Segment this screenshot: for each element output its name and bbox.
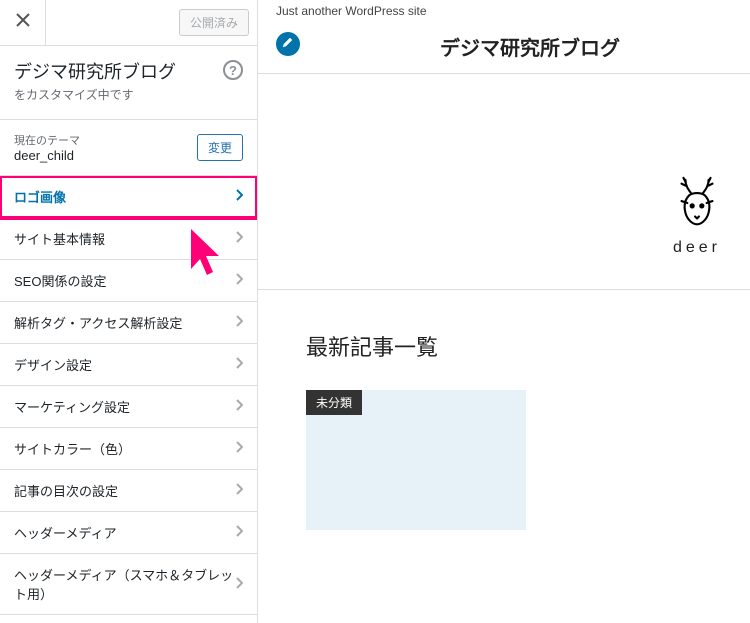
annotation-cursor-arrow — [185, 225, 223, 285]
preview-tagline: Just another WordPress site — [258, 0, 750, 26]
chevron-right-icon — [235, 273, 243, 288]
sidebar-top-bar: 公開済み — [0, 0, 257, 46]
theme-name: deer_child — [14, 148, 197, 163]
edit-shortcut-button[interactable] — [276, 32, 300, 56]
pencil-icon — [282, 35, 294, 53]
theme-logo-text: deer — [668, 239, 726, 257]
chevron-right-icon — [235, 315, 243, 330]
sidebar-item-label: SEO関係の設定 — [14, 271, 106, 290]
deer-logo-icon — [668, 219, 726, 236]
sidebar-item-label: サイト基本情報 — [14, 229, 105, 248]
sidebar-item-label: 記事の目次の設定 — [14, 481, 118, 500]
publish-button[interactable]: 公開済み — [179, 9, 249, 36]
chevron-right-icon — [235, 525, 243, 540]
latest-posts-section: 最新記事一覧 未分類 — [258, 290, 750, 530]
theme-label: 現在のテーマ — [14, 132, 197, 148]
sidebar-item[interactable]: 解析タグ・アクセス解析設定 — [0, 302, 257, 344]
latest-posts-heading: 最新記事一覧 — [306, 330, 750, 362]
sidebar-item[interactable]: マーケティング設定 — [0, 386, 257, 428]
sidebar-item[interactable]: デザイン設定 — [0, 344, 257, 386]
sidebar-item[interactable]: ヘッダーメディア — [0, 512, 257, 554]
sidebar-item[interactable]: ヘッダーメディア（スマホ＆タブレット用） — [0, 554, 257, 615]
sidebar-item-label: ヘッダーメディア（スマホ＆タブレット用） — [14, 565, 235, 603]
chevron-right-icon — [235, 357, 243, 372]
preview-site-title: デジマ研究所ブログ — [310, 32, 750, 61]
sidebar-item-label: 解析タグ・アクセス解析設定 — [14, 313, 182, 332]
help-icon[interactable]: ? — [223, 60, 243, 80]
chevron-right-icon — [235, 441, 243, 456]
active-theme-row: 現在のテーマ deer_child 変更 — [0, 120, 257, 176]
sidebar-item[interactable]: 記事の目次の設定 — [0, 470, 257, 512]
sidebar-item-label: ヘッダーメディア — [14, 523, 117, 542]
sidebar-item-label: サイトカラー（色） — [14, 439, 131, 458]
sidebar-item[interactable]: ロゴ画像 — [0, 176, 257, 218]
theme-logo: deer — [668, 174, 726, 257]
close-icon — [16, 13, 30, 32]
preview-header: デジマ研究所ブログ — [258, 26, 750, 74]
sidebar-item[interactable]: サイトカラー（色） — [0, 428, 257, 470]
chevron-right-icon — [235, 189, 243, 204]
chevron-right-icon — [235, 231, 243, 246]
customizing-subtext: をカスタマイズ中です — [14, 86, 243, 103]
post-category-tag[interactable]: 未分類 — [306, 390, 362, 415]
close-customizer-button[interactable] — [0, 0, 46, 46]
chevron-right-icon — [235, 577, 243, 592]
customizer-sidebar: 公開済み デジマ研究所ブログ をカスタマイズ中です ? 現在のテーマ deer_… — [0, 0, 258, 623]
sidebar-item-label: マーケティング設定 — [14, 397, 130, 416]
sidebar-title-block: デジマ研究所ブログ をカスタマイズ中です ? — [0, 46, 257, 120]
sidebar-item-label: デザイン設定 — [14, 355, 92, 374]
change-theme-button[interactable]: 変更 — [197, 134, 243, 161]
sidebar-item[interactable]: ヘッダー周りの設定 — [0, 615, 257, 623]
preview-logo-area: deer — [258, 74, 750, 277]
sidebar-item-label: ロゴ画像 — [14, 187, 66, 206]
site-preview: Just another WordPress site デジマ研究所ブログ — [258, 0, 750, 623]
site-title-heading: デジマ研究所ブログ — [14, 58, 243, 84]
post-card[interactable]: 未分類 — [306, 390, 526, 530]
chevron-right-icon — [235, 399, 243, 414]
chevron-right-icon — [235, 483, 243, 498]
